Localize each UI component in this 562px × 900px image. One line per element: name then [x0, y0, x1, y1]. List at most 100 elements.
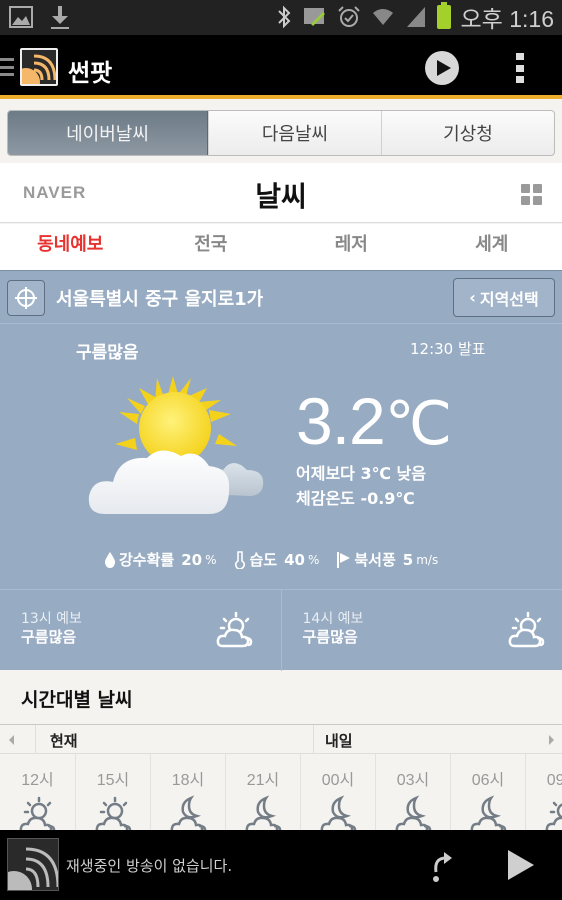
humidity-stat: 습도 40% [234, 549, 319, 570]
tab-nationwide[interactable]: 전국 [141, 224, 282, 270]
partly-cloudy-night-icon [244, 794, 284, 830]
feels-like: 체감온도 -0.9℃ [296, 489, 415, 508]
signal-icon [406, 7, 425, 27]
status-bar: 오후 1:16 [0, 0, 562, 35]
tab-leisure[interactable]: 레저 [281, 224, 422, 270]
day-label-today: 현재 [50, 732, 78, 750]
location-address: 서울특별시 중구 을지로1가 [56, 289, 264, 310]
temperature-value: 3.2 [296, 384, 386, 458]
hour-label: 03시 [396, 772, 430, 789]
wifi-icon [372, 9, 393, 25]
hourly-section-header: 시간대별 날씨 [0, 671, 562, 725]
drawer-menu-icon[interactable] [0, 58, 14, 76]
hour-label: 09시 [546, 772, 562, 789]
hourly-item[interactable]: 18시 [151, 754, 226, 830]
play-button[interactable] [425, 51, 459, 85]
battery-icon [436, 2, 451, 29]
app-logo[interactable] [20, 48, 58, 86]
player-status: 재생중인 방송이 없습니다. [66, 857, 233, 875]
precipitation-stat: 강수확률 20% [104, 549, 216, 570]
region-select-button[interactable]: ‹ 지역선택 [453, 278, 555, 317]
hour-label: 00시 [321, 772, 355, 789]
hour-label: 12시 [21, 772, 54, 789]
current-temperature: 3.2℃ [296, 383, 452, 459]
category-tabs: 동네예보 전국 레저 세계 [0, 224, 562, 270]
weather-stats: 강수확률 20% 습도 40% 북서풍 5 m/s [104, 549, 438, 570]
short-forecast-item[interactable]: 13시 예보 구름많음 [0, 590, 281, 671]
bluetooth-icon [277, 5, 290, 29]
short-forecast-item[interactable]: 14시 예보 구름많음 [280, 590, 562, 671]
download-icon [51, 6, 69, 29]
partly-cloudy-night-icon [319, 794, 359, 830]
source-selector: 네이버날씨 다음날씨 기상청 [0, 103, 562, 163]
hourly-item[interactable]: 15시 [76, 754, 151, 830]
broadcast-logo-icon [8, 847, 58, 890]
player-play-button[interactable] [508, 850, 534, 880]
hour-label: 06시 [471, 772, 505, 789]
scroll-right-arrow-icon[interactable] [542, 725, 562, 754]
short-forecast-row: 13시 예보 구름많음 14시 예보 구름많음 [0, 589, 562, 671]
chevron-left-icon: ‹ [469, 288, 476, 307]
status-time: 오후 1:16 [460, 6, 554, 32]
repeat-icon[interactable] [428, 850, 454, 884]
hourly-title: 시간대별 날씨 [21, 689, 133, 711]
sunpot-logo-icon [22, 54, 56, 84]
wind-stat: 북서풍 5 m/s [337, 549, 438, 570]
temperature-unit: ℃ [384, 390, 452, 457]
partly-cloudy-icon [508, 611, 545, 648]
hour-label: 21시 [246, 772, 280, 789]
hour-label: 15시 [96, 772, 130, 789]
source-tab-daum[interactable]: 다음날씨 [208, 111, 381, 155]
source-tab-naver[interactable]: 네이버날씨 [8, 111, 208, 155]
hour-label: 18시 [171, 772, 205, 789]
crosshair-icon [15, 287, 37, 309]
app-title: 썬팟 [68, 59, 113, 87]
location-bar: 서울특별시 중구 을지로1가 ‹ 지역선택 [0, 271, 562, 324]
player-thumbnail[interactable] [7, 838, 59, 891]
screen-mirror-icon [303, 8, 325, 26]
grid-menu-icon[interactable] [521, 184, 542, 205]
partly-cloudy-day-icon [544, 794, 562, 830]
naver-header: NAVER 날씨 [0, 163, 562, 223]
forecast-time: 13시 예보 [21, 611, 82, 627]
partly-cloudy-large-icon [88, 376, 264, 514]
raindrop-icon [104, 551, 116, 568]
partly-cloudy-night-icon [394, 794, 434, 830]
hourly-item[interactable]: 21시 [226, 754, 301, 830]
current-condition: 구름많음 [76, 343, 139, 363]
day-divider [313, 725, 314, 754]
forecast-condition: 구름많음 [302, 628, 358, 646]
partly-cloudy-icon [216, 611, 252, 648]
alarm-icon [337, 6, 360, 27]
forecast-time: 14시 예보 [302, 611, 364, 627]
region-select-label: 지역선택 [479, 289, 539, 309]
hourly-item[interactable]: 03시 [376, 754, 451, 830]
temperature-compare: 어제보다 3℃ 낮음 [296, 464, 426, 483]
current-location-button[interactable] [7, 280, 45, 316]
page-title: 날씨 [255, 180, 307, 213]
forecast-condition: 구름많음 [21, 628, 77, 646]
day-label-tomorrow: 내일 [325, 732, 353, 750]
hourly-item[interactable]: 09시 [526, 754, 562, 830]
tab-world[interactable]: 세계 [422, 224, 562, 270]
gallery-notification-icon [9, 6, 33, 28]
partly-cloudy-night-icon [169, 794, 209, 830]
hourly-list[interactable]: 12시 15시 18시 21시 00시 03시 06시 09시 [0, 754, 562, 830]
partly-cloudy-day-icon [18, 794, 58, 830]
thermometer-icon [235, 550, 246, 569]
wind-flag-icon [337, 551, 351, 568]
hourly-item[interactable]: 06시 [451, 754, 526, 830]
action-bar: 썬팟 [0, 35, 562, 99]
partly-cloudy-day-icon [94, 794, 134, 830]
current-weather-panel: 서울특별시 중구 을지로1가 ‹ 지역선택 구름많음 12:30 발표 3.2℃… [0, 270, 562, 671]
tab-local-forecast[interactable]: 동네예보 [0, 224, 141, 270]
scroll-left-arrow-icon[interactable] [0, 725, 36, 754]
source-tab-kma[interactable]: 기상청 [381, 111, 554, 155]
announce-time: 12:30 발표 [410, 340, 486, 358]
overflow-menu-icon[interactable] [516, 53, 526, 83]
hourly-item[interactable]: 12시 [0, 754, 76, 830]
partly-cloudy-night-icon [469, 794, 509, 830]
player-bar: 재생중인 방송이 없습니다. [0, 830, 562, 900]
day-bar: 현재 내일 [0, 725, 562, 754]
hourly-item[interactable]: 00시 [301, 754, 376, 830]
